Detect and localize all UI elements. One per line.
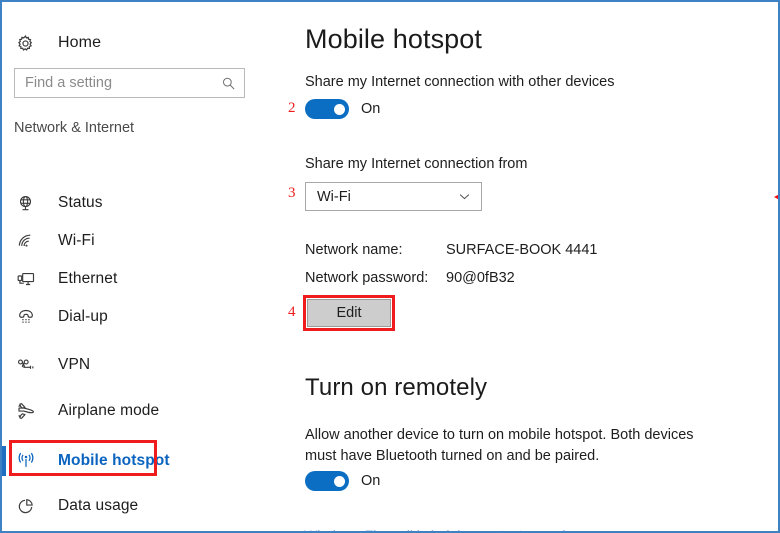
sidebar-section-title: Network & Internet — [14, 120, 135, 136]
chevron-down-icon — [457, 189, 472, 204]
sidebar-item-data-usage[interactable]: Data usage — [2, 487, 280, 525]
sidebar-item-home[interactable]: Home — [2, 24, 280, 62]
edit-button[interactable]: Edit — [307, 299, 391, 327]
sidebar-item-wifi[interactable]: Wi-Fi — [2, 222, 280, 260]
network-password-value: 90@0fB32 — [446, 270, 515, 286]
settings-window: Home Find a setting Network & Internet S… — [0, 0, 780, 533]
annotation-number-4: 4 — [288, 304, 296, 320]
airplane-icon — [16, 401, 44, 421]
sidebar-item-status-label: Status — [58, 194, 103, 211]
sidebar: Home Find a setting Network & Internet S… — [2, 2, 280, 531]
network-name-value: SURFACE-BOOK 4441 — [446, 242, 598, 258]
mobile-hotspot-icon — [16, 451, 44, 471]
sidebar-item-ethernet-label: Ethernet — [58, 270, 118, 287]
turn-on-remotely-description: Allow another device to turn on mobile h… — [305, 427, 694, 465]
gear-icon — [16, 34, 44, 53]
page-title: Mobile hotspot — [305, 24, 483, 54]
sidebar-item-data-usage-label: Data usage — [58, 497, 139, 514]
sidebar-item-ethernet[interactable]: Ethernet — [2, 260, 280, 298]
pie-chart-icon — [16, 497, 44, 516]
sidebar-item-wifi-label: Wi-Fi — [58, 232, 95, 249]
sidebar-item-status[interactable]: Status — [2, 184, 280, 222]
share-connection-label: Share my Internet connection with other … — [305, 74, 615, 90]
sidebar-item-mobile-hotspot[interactable]: Mobile hotspot — [2, 442, 280, 480]
turn-on-remotely-title: Turn on remotely — [305, 374, 488, 401]
toggle-knob — [334, 475, 345, 487]
network-name-label: Network name: — [305, 242, 403, 258]
annotation-number-2: 2 — [288, 100, 296, 116]
sidebar-item-dialup-label: Dial-up — [58, 308, 108, 325]
sidebar-item-airplane-mode-label: Airplane mode — [58, 402, 160, 419]
selection-indicator — [2, 446, 6, 476]
main-content: Mobile hotspot Share my Internet connect… — [280, 2, 778, 531]
sidebar-item-home-label: Home — [58, 34, 102, 51]
phone-icon — [16, 307, 44, 327]
network-password-label: Network password: — [305, 270, 429, 286]
search-input[interactable]: Find a setting — [14, 68, 245, 98]
sidebar-item-airplane-mode[interactable]: Airplane mode — [2, 392, 280, 430]
toggle-knob — [334, 103, 345, 115]
monitor-icon — [16, 269, 44, 289]
search-placeholder: Find a setting — [25, 75, 113, 91]
vpn-key-icon — [16, 355, 44, 375]
turn-on-remotely-toggle-state: On — [361, 473, 381, 489]
clipped-bottom-text: Windows Firewall is helping protect your… — [304, 527, 574, 531]
share-from-label: Share my Internet connection from — [305, 156, 528, 172]
share-connection-toggle[interactable] — [305, 99, 349, 119]
sidebar-item-mobile-hotspot-label: Mobile hotspot — [58, 452, 170, 469]
turn-on-remotely-toggle[interactable] — [305, 471, 349, 491]
sidebar-item-vpn-label: VPN — [58, 356, 91, 373]
annotation-number-3: 3 — [288, 185, 296, 201]
globe-icon — [16, 194, 44, 213]
sidebar-item-dialup[interactable]: Dial-up — [2, 298, 280, 336]
sidebar-item-vpn[interactable]: VPN — [2, 346, 280, 384]
wifi-icon — [16, 231, 44, 251]
search-icon — [221, 76, 236, 91]
connection-dropdown-value: Wi-Fi — [317, 188, 351, 205]
annotation-arrow-left — [774, 194, 778, 200]
connection-dropdown[interactable]: Wi-Fi — [305, 182, 482, 211]
share-connection-toggle-state: On — [361, 101, 381, 117]
